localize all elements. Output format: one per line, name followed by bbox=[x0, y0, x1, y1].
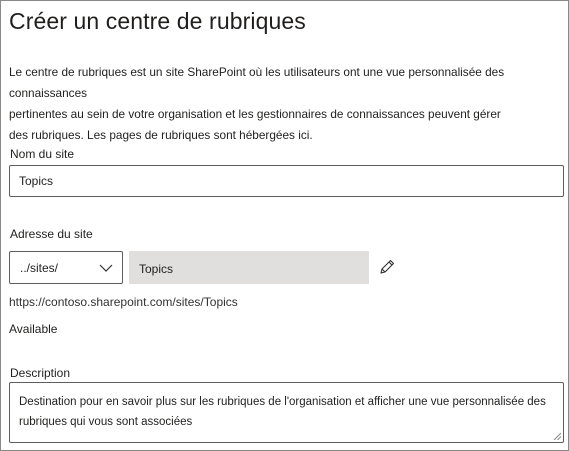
page-title: Créer un centre de rubriques bbox=[9, 8, 306, 34]
pencil-icon[interactable] bbox=[378, 258, 396, 276]
intro-line: pertinentes au sein de votre organisatio… bbox=[9, 107, 501, 121]
site-full-url: https://contoso.sharepoint.com/sites/Top… bbox=[9, 295, 238, 309]
site-path-dropdown[interactable]: ../sites/ bbox=[9, 251, 123, 284]
site-name-input[interactable] bbox=[9, 165, 564, 197]
intro-text: Le centre de rubriques est un site Share… bbox=[9, 62, 559, 146]
chevron-down-icon bbox=[99, 264, 113, 272]
site-path-value: ../sites/ bbox=[20, 261, 59, 275]
site-address-field: Topics bbox=[129, 251, 369, 284]
create-topic-center-panel: Créer un centre de rubriques Le centre d… bbox=[0, 0, 569, 451]
description-line: rubriques qui vous sont associées bbox=[19, 416, 193, 428]
description-label: Description bbox=[10, 366, 71, 380]
site-name-label: Nom du site bbox=[10, 147, 75, 161]
description-textarea[interactable]: Destination pour en savoir plus sur les … bbox=[9, 382, 564, 443]
site-address-value: Topics bbox=[139, 262, 174, 276]
intro-line: Le centre de rubriques est un site Share… bbox=[9, 65, 505, 100]
availability-status: Available bbox=[9, 322, 58, 336]
resize-grip-icon[interactable] bbox=[553, 432, 561, 440]
description-line: Destination pour en savoir plus sur les … bbox=[19, 396, 546, 408]
site-address-label: Adresse du site bbox=[10, 227, 93, 241]
intro-line: des rubriques. Les pages de rubriques so… bbox=[9, 128, 313, 142]
